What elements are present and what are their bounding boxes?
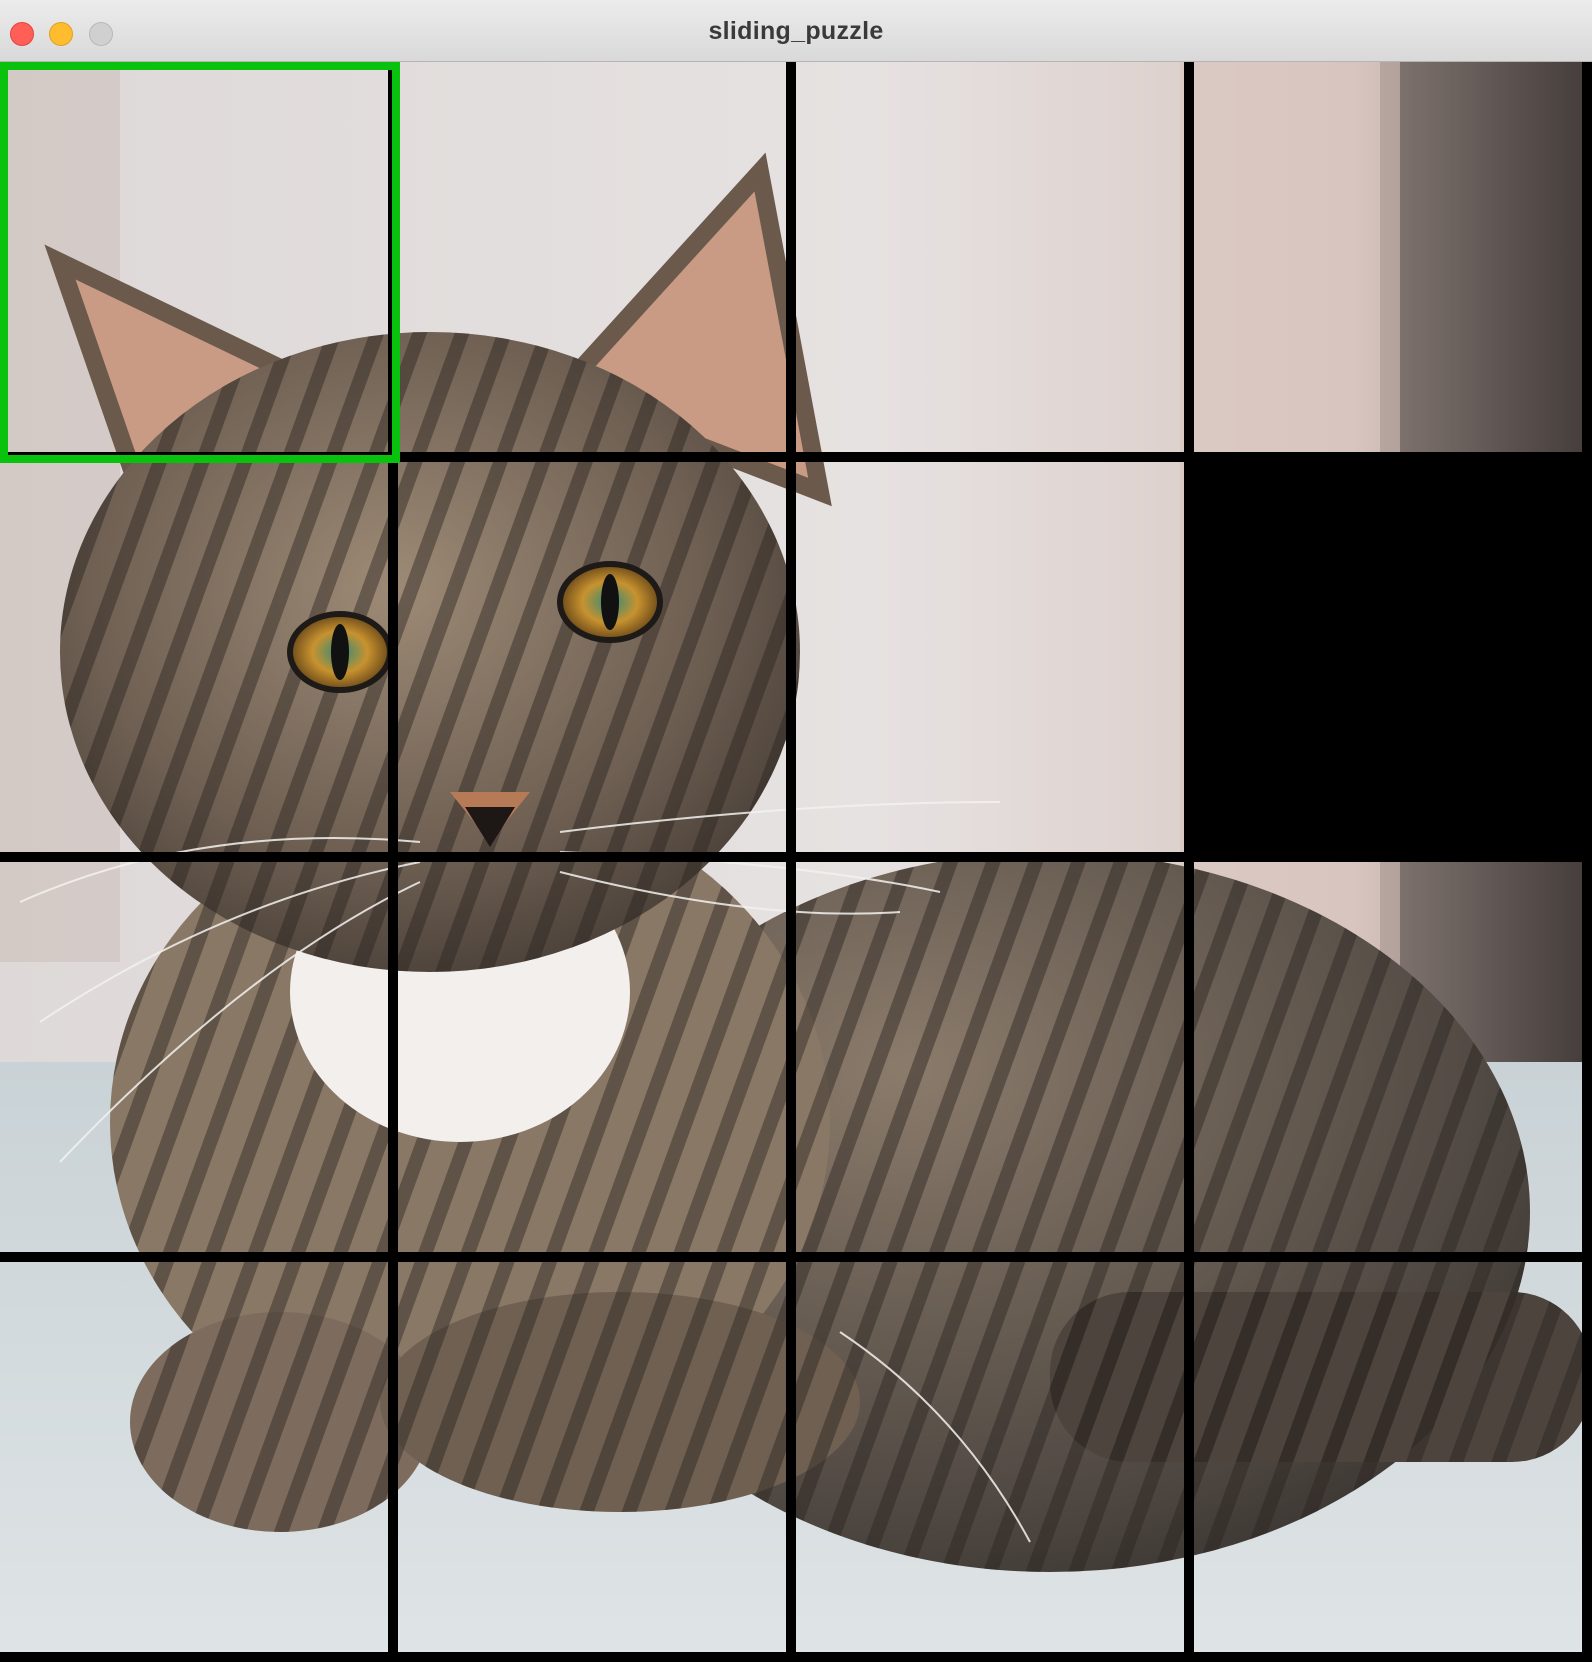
tile-image-slice [398,462,786,852]
puzzle-tile[interactable] [796,1262,1184,1652]
app-window: sliding_puzzle [0,0,1592,1662]
tile-image-slice [0,62,388,452]
puzzle-tile[interactable] [0,1262,388,1652]
puzzle-tile[interactable] [796,462,1184,852]
puzzle-tile[interactable] [0,462,388,852]
puzzle-tile[interactable] [398,62,786,452]
puzzle-tile[interactable] [796,862,1184,1252]
tile-image-slice [1194,1262,1582,1652]
puzzle-tile[interactable] [0,62,388,452]
puzzle-tile[interactable] [398,862,786,1252]
puzzle-tile[interactable] [1194,1262,1582,1652]
tile-image-slice [1194,62,1582,452]
tile-image-slice [398,1262,786,1652]
empty-tile[interactable] [1194,462,1582,852]
puzzle-tile[interactable] [398,462,786,852]
tile-image-slice [398,62,786,452]
tile-image-slice [796,862,1184,1252]
tile-image-slice [796,1262,1184,1652]
puzzle-tile[interactable] [1194,62,1582,452]
puzzle-tile[interactable] [398,1262,786,1652]
tile-image-slice [796,62,1184,452]
window-title: sliding_puzzle [708,17,884,45]
tile-image-slice [0,862,388,1252]
tile-image-slice [796,462,1184,852]
tile-image-slice [398,862,786,1252]
tile-image-slice [0,462,388,852]
tile-image-slice [1194,862,1582,1252]
puzzle-tile[interactable] [796,62,1184,452]
puzzle-board[interactable] [0,62,1592,1662]
title-bar[interactable]: sliding_puzzle [0,0,1592,62]
puzzle-tile[interactable] [1194,862,1582,1252]
puzzle-tile[interactable] [0,862,388,1252]
tile-image-slice [0,1262,388,1652]
